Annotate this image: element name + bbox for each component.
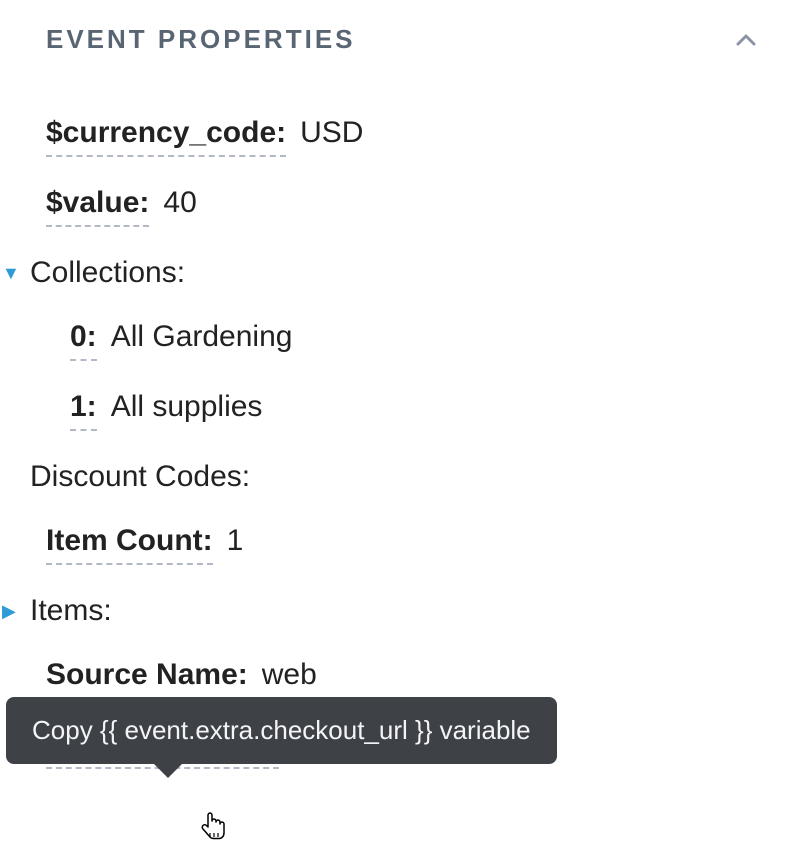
prop-key: $value: [46,185,149,227]
panel-title: EVENT PROPERTIES [46,24,356,55]
prop-collections[interactable]: ▼ Collections: [0,255,758,291]
prop-value: 0.00 [293,727,351,763]
caret-down-icon[interactable]: ▼ [2,264,20,282]
prop-key: $currency_code: [46,115,286,157]
prop-value: USD [300,115,363,151]
prop-value: web [262,657,317,693]
prop-value: 40 [163,185,196,221]
prop-value: All Gardening [111,319,293,355]
prop-discount-codes[interactable]: Discount Codes: [0,459,758,495]
prop-source-name[interactable]: Source Name: web [0,657,758,699]
prop-key: Collections: [30,255,185,291]
prop-items[interactable]: ▶ Items: [0,593,758,629]
collections-item-1[interactable]: 1: All supplies [0,389,758,431]
prop-value: 1 [227,523,244,559]
prop-key: Discount Codes: [30,459,250,495]
properties-list: $currency_code: USD $value: 40 ▼ Collect… [0,115,758,842]
chevron-up-icon[interactable] [734,28,758,52]
panel-header[interactable]: EVENT PROPERTIES [0,24,758,55]
collections-item-0[interactable]: 0: All Gardening [0,319,758,361]
prop-item-count[interactable]: Item Count: 1 [0,523,758,565]
prop-key: 0: [70,319,97,361]
prop-value: All supplies [111,389,263,425]
event-properties-panel: EVENT PROPERTIES $currency_code: USD $va… [0,0,798,842]
prop-key: 1: [70,389,97,431]
prop-key: Total Discounts: [46,727,279,769]
prop-total-discounts[interactable]: Total Discounts: 0.00 [0,727,758,769]
prop-key: Item Count: [46,523,213,565]
prop-key: Source Name: [46,657,248,699]
prop-value[interactable]: $value: 40 [0,185,758,227]
prop-currency-code[interactable]: $currency_code: USD [0,115,758,157]
prop-key: Items: [30,593,112,629]
caret-right-icon[interactable]: ▶ [2,602,16,620]
